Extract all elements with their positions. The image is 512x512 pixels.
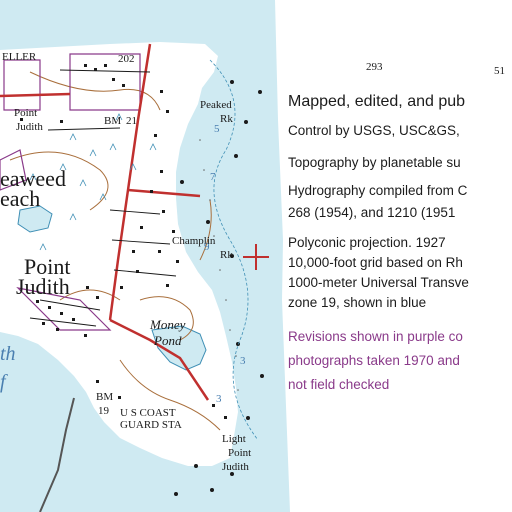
place-label-point-top: Point [14, 107, 38, 119]
credit-note: Hydrography compiled from C [288, 183, 468, 198]
rock-label-peaked-rk: Rk [220, 113, 233, 125]
crosshair-marker-icon[interactable] [243, 244, 269, 270]
place-label-point-tip: Point [228, 447, 252, 459]
depth-sounding: 9 [204, 241, 210, 253]
pond-label-money: Money [150, 317, 186, 332]
revision-note: photographs taken 1970 and [288, 353, 460, 368]
road-number-label: 202 [118, 53, 135, 65]
place-label-eller: ELLER [2, 51, 37, 63]
credit-note: Polyconic projection. 1927 [288, 235, 446, 250]
grid-tick-label: 293 [366, 61, 383, 73]
credit-note: Topography by planetable su [288, 155, 461, 170]
place-label-judith-big: Judith [16, 274, 70, 299]
depth-sounding: 5 [214, 123, 220, 135]
water-label-fragment: th [0, 343, 16, 365]
rock-label-champlin-rk: Rk [220, 249, 233, 261]
depth-sounding: 3 [216, 393, 222, 405]
topographic-map[interactable]: ELLER 202 Point Judith BM 21 eaweed each… [0, 0, 512, 512]
rock-label-peaked: Peaked [200, 99, 232, 111]
credit-note: 10,000-foot grid based on Rh [288, 255, 463, 270]
benchmark-label-top: BM [104, 115, 122, 127]
water-label-fragment: f [0, 371, 6, 393]
depth-sounding: 3 [240, 355, 246, 367]
grid-tick-label: 51 [494, 65, 505, 77]
station-label-guard: GUARD STA [120, 419, 182, 431]
credit-note: zone 19, shown in blue [288, 295, 427, 310]
benchmark-label-bottom: BM [96, 391, 114, 403]
benchmark-number-top: 21 [126, 115, 137, 127]
depth-sounding: 7 [210, 171, 216, 183]
place-label-judith-top: Judith [16, 121, 43, 133]
pond-label-pond: Pond [154, 333, 182, 348]
revision-note: Revisions shown in purple co [288, 329, 463, 344]
credit-note: Mapped, edited, and pub [288, 93, 466, 110]
credit-note: Control by USGS, USC&GS, [288, 123, 460, 138]
lighthouse-label: Light [222, 433, 246, 445]
place-label-beach: each [0, 186, 41, 211]
credit-note: 1000-meter Universal Transve [288, 275, 469, 290]
station-label-coast: U S COAST [120, 407, 176, 419]
credit-note: 268 (1954), and 1210 (1951 [288, 205, 456, 220]
revision-note: not field checked [288, 377, 390, 392]
benchmark-number-bottom: 19 [98, 405, 109, 417]
place-label-judith-tip: Judith [222, 461, 249, 473]
